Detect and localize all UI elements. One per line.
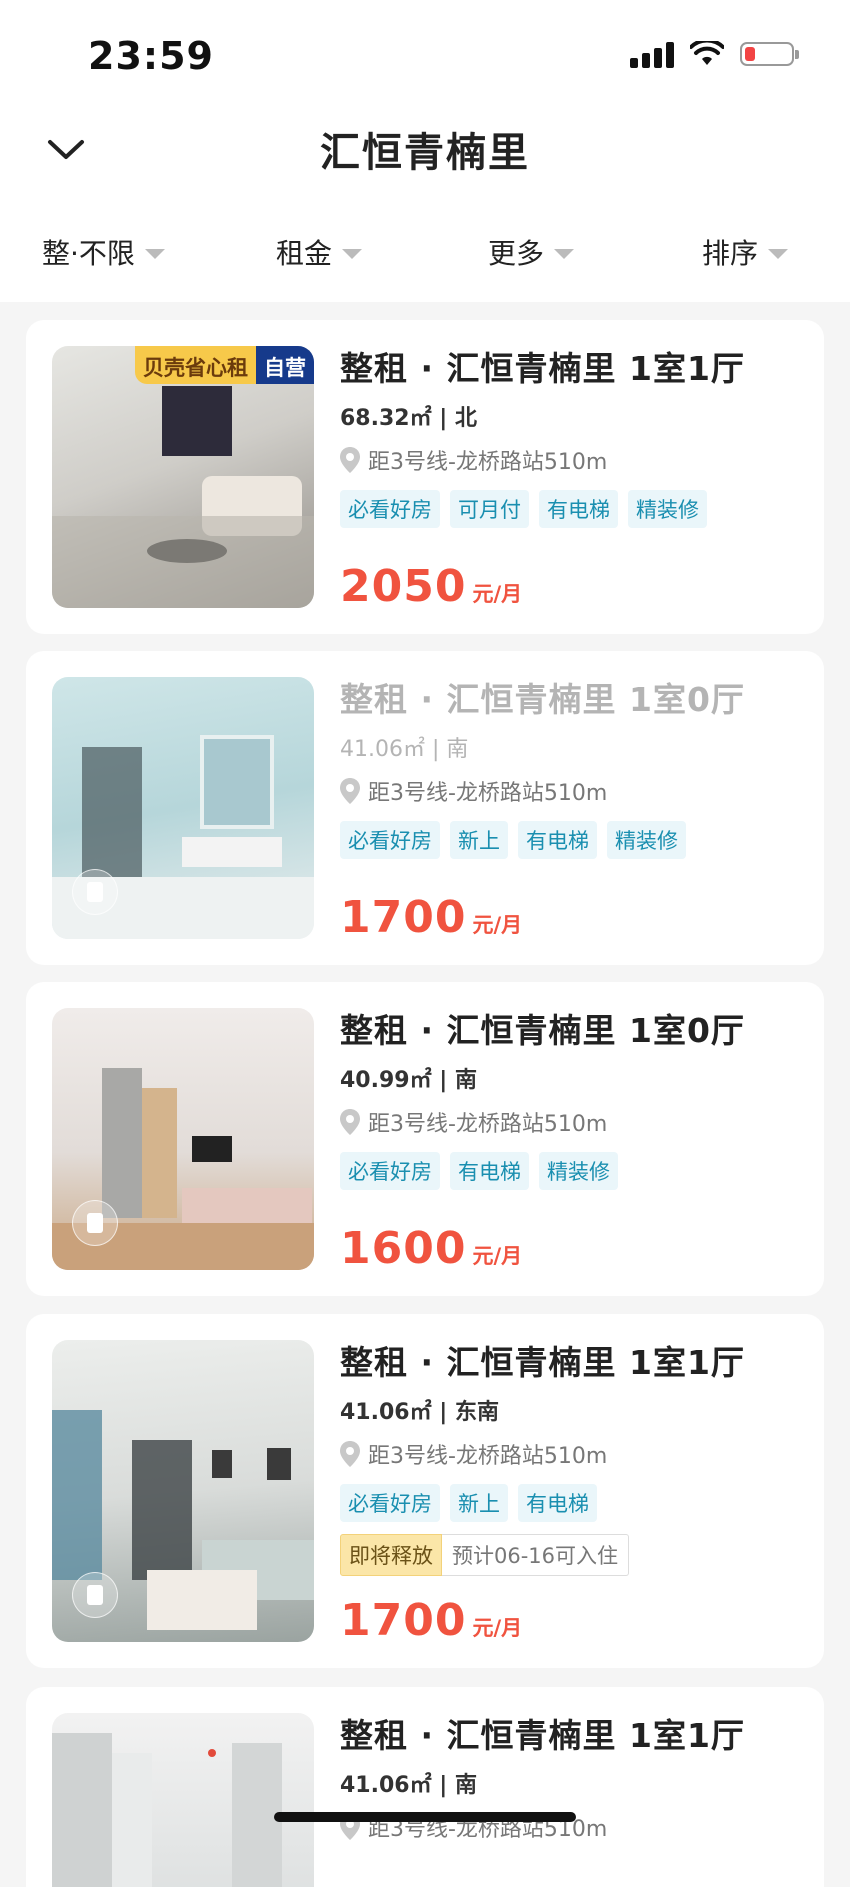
status-time: 23:59 xyxy=(88,34,214,78)
caret-down-icon xyxy=(554,249,575,259)
tag: 必看好房 xyxy=(340,490,440,528)
vr-tour-icon[interactable] xyxy=(72,1572,118,1618)
listing-photo xyxy=(52,1713,314,1887)
tag: 有电梯 xyxy=(539,490,618,528)
listing-area-orientation: 41.06㎡ | 东南 xyxy=(340,1400,499,1425)
page-title: 汇恒青楠里 xyxy=(320,130,530,176)
release-label: 即将释放 xyxy=(340,1534,442,1576)
vr-tour-icon[interactable] xyxy=(72,869,118,915)
self-operated-badge: 贝壳省心租 自营 xyxy=(135,346,314,384)
listing-location: 距3号线-龙桥路站510m xyxy=(340,775,804,807)
location-pin-icon xyxy=(340,1109,360,1135)
status-icons xyxy=(630,40,799,68)
listing-title: 整租 · 汇恒青楠里 1室0厅 xyxy=(340,1011,745,1050)
listing-tags: 必看好房 新上 有电梯 精装修 xyxy=(340,821,804,859)
tag: 必看好房 xyxy=(340,821,440,859)
listing-title: 整租 · 汇恒青楠里 1室0厅 xyxy=(340,680,745,719)
tag: 有电梯 xyxy=(518,1484,597,1522)
listing-title: 整租 · 汇恒青楠里 1室1厅 xyxy=(340,1343,745,1382)
listing-card[interactable]: 贝壳省心租 自营 整租 · 汇恒青楠里 1室1厅 68.32㎡ | 北 距3号线… xyxy=(26,320,824,634)
release-notice: 即将释放 预计06-16可入住 xyxy=(340,1534,804,1576)
listing-tags: 必看好房 可月付 有电梯 精装修 xyxy=(340,490,804,528)
listing-photo xyxy=(52,1008,314,1270)
listing-title: 整租 · 汇恒青楠里 1室1厅 xyxy=(340,1716,745,1755)
listing-title: 整租 · 汇恒青楠里 1室1厅 xyxy=(340,349,745,388)
listing-card[interactable]: 整租 · 汇恒青楠里 1室1厅 41.06㎡ | 东南 距3号线-龙桥路站510… xyxy=(26,1314,824,1668)
tag: 精装修 xyxy=(539,1152,618,1190)
filter-type[interactable]: 整·不限 xyxy=(42,226,165,278)
listing-tags: 必看好房 新上 有电梯 xyxy=(340,1484,804,1522)
filter-bar: 整·不限 租金 更多 排序 xyxy=(0,226,850,278)
tag: 必看好房 xyxy=(340,1152,440,1190)
wifi-icon xyxy=(690,41,724,65)
listing-area-orientation: 68.32㎡ | 北 xyxy=(340,406,477,431)
listing-area-orientation: 40.99㎡ | 南 xyxy=(340,1068,477,1093)
top-bar: 23:59 汇恒青楠里 整·不限 租金 更多 排序 xyxy=(0,0,850,302)
listing-photo xyxy=(52,1340,314,1642)
listing-location: 距3号线-龙桥路站510m xyxy=(340,1438,804,1470)
home-indicator[interactable] xyxy=(274,1812,576,1822)
listing-photo xyxy=(52,677,314,939)
location-pin-icon xyxy=(340,778,360,804)
cellular-signal-icon xyxy=(630,40,674,68)
caret-down-icon xyxy=(768,249,789,259)
tag: 精装修 xyxy=(628,490,707,528)
room-illustration xyxy=(52,386,314,608)
tag: 新上 xyxy=(450,1484,508,1522)
caret-down-icon xyxy=(144,249,165,259)
listing-area-orientation: 41.06㎡ | 南 xyxy=(340,1773,477,1798)
filter-rent[interactable]: 租金 xyxy=(276,226,363,278)
listing-price: 1700 元/月 xyxy=(340,1595,523,1646)
listing-location: 距3号线-龙桥路站510m xyxy=(340,444,804,476)
release-note: 预计06-16可入住 xyxy=(442,1534,630,1576)
tag: 精装修 xyxy=(607,821,686,859)
room-illustration xyxy=(52,1733,282,1887)
filter-more[interactable]: 更多 xyxy=(488,226,575,278)
battery-icon xyxy=(740,42,799,66)
tag: 必看好房 xyxy=(340,1484,440,1522)
location-pin-icon xyxy=(340,1441,360,1467)
listing-price: 1600 元/月 xyxy=(340,1223,523,1274)
listing-card[interactable]: 整租 · 汇恒青楠里 1室0厅 40.99㎡ | 南 距3号线-龙桥路站510m… xyxy=(26,982,824,1296)
tag: 有电梯 xyxy=(518,821,597,859)
listing-area-orientation: 41.06㎡ | 南 xyxy=(340,737,469,762)
location-pin-icon xyxy=(340,447,360,473)
tag: 新上 xyxy=(450,821,508,859)
listing-location: 距3号线-龙桥路站510m xyxy=(340,1106,804,1138)
tag: 可月付 xyxy=(450,490,529,528)
tag: 有电梯 xyxy=(450,1152,529,1190)
listing-tags: 必看好房 有电梯 精装修 xyxy=(340,1152,804,1190)
caret-down-icon xyxy=(342,249,363,259)
filter-sort[interactable]: 排序 xyxy=(702,226,789,278)
listing-card[interactable]: 整租 · 汇恒青楠里 1室0厅 41.06㎡ | 南 距3号线-龙桥路站510m… xyxy=(26,651,824,965)
listing-photo: 贝壳省心租 自营 xyxy=(52,346,314,608)
listing-card[interactable]: 整租 · 汇恒青楠里 1室1厅 41.06㎡ | 南 距3号线-龙桥路站510m xyxy=(26,1687,824,1887)
vr-tour-icon[interactable] xyxy=(72,1200,118,1246)
listing-price: 1700 元/月 xyxy=(340,892,523,943)
listing-price: 2050 元/月 xyxy=(340,561,523,612)
